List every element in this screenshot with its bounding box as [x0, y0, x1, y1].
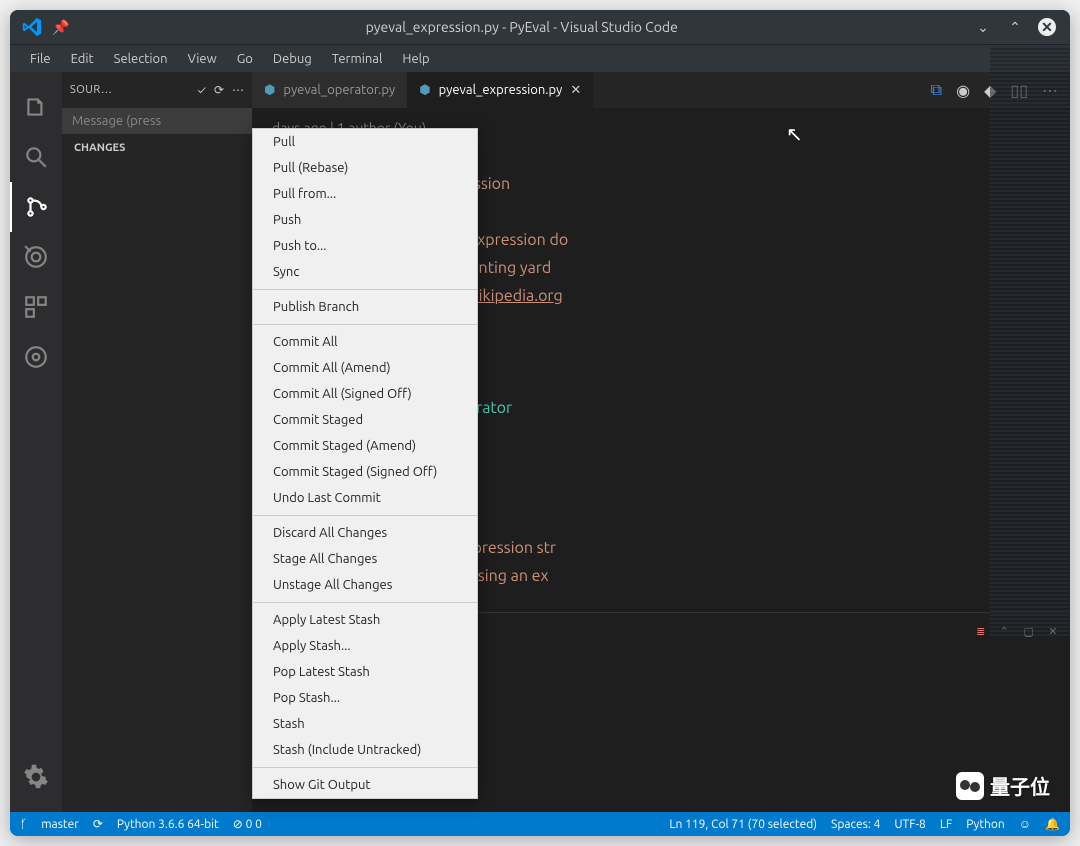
status-feedback-icon[interactable]: ☺ — [1019, 817, 1031, 831]
menu-item-commit-staged-amend-[interactable]: Commit Staged (Amend) — [253, 433, 477, 459]
menu-item-commit-all-amend-[interactable]: Commit All (Amend) — [253, 355, 477, 381]
menu-item-commit-all[interactable]: Commit All — [253, 329, 477, 355]
compare-icon[interactable]: ⧉ — [931, 81, 942, 100]
debug-icon[interactable] — [10, 232, 62, 282]
statusbar: ᚶ master ⟳ Python 3.6.6 64-bit ⊘ 0 0 Ln … — [10, 812, 1070, 836]
menu-edit[interactable]: Edit — [61, 48, 104, 70]
sync-icon[interactable]: ⟳ — [93, 817, 103, 831]
vscode-window: 📌 pyeval_expression.py - PyEval - Visual… — [10, 10, 1070, 836]
branch-icon[interactable]: ᚶ — [20, 818, 27, 831]
scm-commit-icon[interactable]: ✓ — [198, 84, 206, 97]
menu-item-pull-rebase-[interactable]: Pull (Rebase) — [253, 155, 477, 181]
status-python[interactable]: Python 3.6.6 64-bit — [117, 818, 219, 831]
menu-item-apply-stash-[interactable]: Apply Stash... — [253, 633, 477, 659]
maximize-icon[interactable]: ⌃ — [1006, 18, 1024, 36]
settings-icon[interactable] — [10, 752, 62, 802]
menu-item-discard-all-changes[interactable]: Discard All Changes — [253, 520, 477, 546]
menu-item-pop-latest-stash[interactable]: Pop Latest Stash — [253, 659, 477, 685]
tabs: ⬢ pyeval_operator.py ⬢ pyeval_expression… — [252, 72, 1070, 108]
minimize-icon[interactable]: ⌄ — [974, 18, 992, 36]
status-position[interactable]: Ln 119, Col 71 (70 selected) — [669, 818, 817, 831]
status-spaces[interactable]: Spaces: 4 — [831, 818, 880, 831]
status-eol[interactable]: LF — [940, 818, 952, 831]
menu-item-sync[interactable]: Sync — [253, 259, 477, 285]
sidebar-title: SOUR… — [70, 84, 190, 96]
close-tab-icon[interactable]: ✕ — [570, 83, 581, 98]
menu-separator — [253, 324, 477, 325]
menu-item-apply-latest-stash[interactable]: Apply Latest Stash — [253, 607, 477, 633]
menu-file[interactable]: File — [20, 48, 61, 70]
minimap[interactable] — [990, 72, 1070, 636]
extensions-icon[interactable] — [10, 282, 62, 332]
changes-header[interactable]: CHANGES — [62, 134, 252, 162]
menu-item-publish-branch[interactable]: Publish Branch — [253, 294, 477, 320]
preview-icon[interactable]: ◉ — [956, 81, 970, 100]
status-problems[interactable]: ⊘ 0 0 — [233, 817, 262, 831]
menu-selection[interactable]: Selection — [104, 48, 178, 70]
menu-item-unstage-all-changes[interactable]: Unstage All Changes — [253, 572, 477, 598]
menu-item-commit-all-signed-off-[interactable]: Commit All (Signed Off) — [253, 381, 477, 407]
menu-separator — [253, 767, 477, 768]
scm-icon[interactable] — [10, 182, 62, 232]
menu-item-pull-from-[interactable]: Pull from... — [253, 181, 477, 207]
titlebar: 📌 pyeval_expression.py - PyEval - Visual… — [10, 10, 1070, 44]
status-branch[interactable]: master — [41, 818, 79, 831]
window-title: pyeval_expression.py - PyEval - Visual S… — [69, 19, 974, 35]
menu-item-push-to-[interactable]: Push to... — [253, 233, 477, 259]
menu-item-stash-include-untracked-[interactable]: Stash (Include Untracked) — [253, 737, 477, 763]
pin-icon[interactable]: 📌 — [52, 19, 69, 36]
tab-label: pyeval_operator.py — [283, 83, 395, 97]
activitybar — [10, 72, 62, 812]
clear-icon[interactable]: ≣ — [976, 625, 986, 638]
menu-item-undo-last-commit[interactable]: Undo Last Commit — [253, 485, 477, 511]
menu-separator — [253, 515, 477, 516]
menu-debug[interactable]: Debug — [263, 48, 322, 70]
vscode-logo-icon — [22, 17, 42, 37]
menu-item-show-git-output[interactable]: Show Git Output — [253, 772, 477, 798]
status-encoding[interactable]: UTF-8 — [894, 818, 925, 831]
python-icon: ⬢ — [419, 83, 430, 98]
status-notifications-icon[interactable]: 🔔 — [1045, 817, 1060, 831]
commit-message-input[interactable]: Message (press — [62, 108, 252, 134]
menubar: File Edit Selection View Go Debug Termin… — [10, 44, 1070, 72]
scm-sidebar: SOUR… ✓ ⟳ ⋯ Message (press CHANGES — [62, 72, 252, 812]
menu-item-pull[interactable]: Pull — [253, 129, 477, 155]
menu-item-commit-staged[interactable]: Commit Staged — [253, 407, 477, 433]
menu-terminal[interactable]: Terminal — [322, 48, 393, 70]
tab-pyeval-operator[interactable]: ⬢ pyeval_operator.py — [252, 72, 407, 108]
menu-separator — [253, 289, 477, 290]
menu-help[interactable]: Help — [392, 48, 439, 70]
menu-item-stage-all-changes[interactable]: Stage All Changes — [253, 546, 477, 572]
gitlens-icon[interactable] — [10, 332, 62, 382]
search-icon[interactable] — [10, 132, 62, 182]
menu-item-stash[interactable]: Stash — [253, 711, 477, 737]
watermark-text: 量子位 — [990, 771, 1050, 800]
scm-more-icon[interactable]: ⋯ — [232, 83, 244, 97]
scm-context-menu: PullPull (Rebase)Pull from...PushPush to… — [252, 128, 478, 799]
menu-item-push[interactable]: Push — [253, 207, 477, 233]
status-lang[interactable]: Python — [966, 818, 1005, 831]
tab-pyeval-expression[interactable]: ⬢ pyeval_expression.py ✕ — [407, 72, 593, 108]
menu-separator — [253, 602, 477, 603]
menu-item-commit-staged-signed-off-[interactable]: Commit Staged (Signed Off) — [253, 459, 477, 485]
tab-label: pyeval_expression.py — [439, 83, 563, 97]
files-icon[interactable] — [10, 82, 62, 132]
watermark-logo-icon — [956, 772, 984, 800]
menu-view[interactable]: View — [178, 48, 227, 70]
watermark: 量子位 — [956, 771, 1050, 800]
menu-go[interactable]: Go — [227, 48, 263, 70]
python-icon: ⬢ — [264, 83, 275, 98]
menu-item-pop-stash-[interactable]: Pop Stash... — [253, 685, 477, 711]
scm-refresh-icon[interactable]: ⟳ — [214, 83, 224, 97]
close-icon[interactable]: ✕ — [1038, 18, 1056, 36]
